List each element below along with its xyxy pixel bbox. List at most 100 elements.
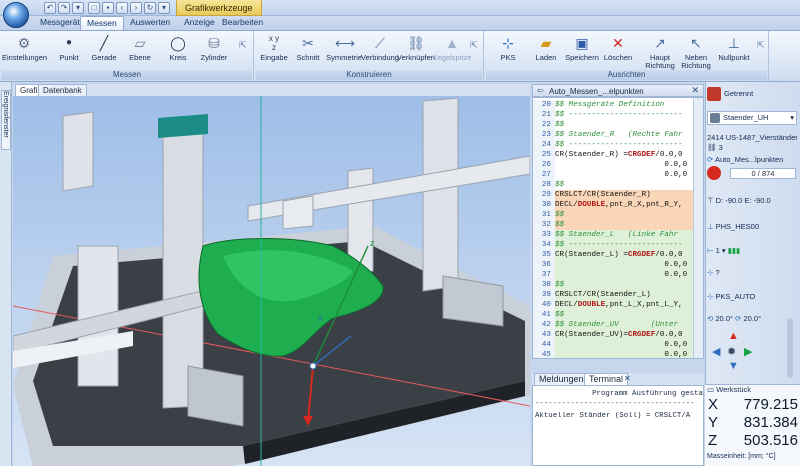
code-line[interactable]: 26 0.0,0 (533, 160, 703, 170)
back-arrow-icon[interactable]: ⇦ (537, 86, 544, 95)
code-line[interactable]: 33 $$ Staender_L (Linke Fahr (533, 230, 703, 240)
open-icon[interactable]: □ (88, 2, 100, 14)
code-line[interactable]: 40 DECL/DOUBLE,pnt_L_X,pnt_L_Y, (533, 300, 703, 310)
code-line[interactable]: 45 0.0,0 (533, 350, 703, 358)
probe-name-row[interactable]: ⊥ PHS_HES00 (707, 222, 797, 231)
pks-row[interactable]: ⊹ PKS_AUTO (707, 292, 797, 301)
close-icon[interactable]: ✕ (624, 374, 631, 383)
line-number: 38 (533, 280, 555, 290)
code-line[interactable]: 28 $$ (533, 180, 703, 190)
editor-scrollbar[interactable] (693, 98, 703, 358)
jog-control[interactable]: ▲ ▼ ◀ ▶ ✹ (712, 330, 756, 374)
tab-messgeraet[interactable]: Messgerät (34, 16, 86, 30)
tab-auswerten[interactable]: Auswerten (124, 16, 176, 30)
staender-dropdown[interactable]: Staender_UH ▾ (707, 111, 797, 125)
code-line[interactable]: 25 CR(Staender_R) =CRGDEF/0.0,0 (533, 150, 703, 160)
line-number: 45 (533, 350, 555, 358)
loeschen-button[interactable]: ✕ Löschen (596, 34, 640, 68)
zylinder-button[interactable]: ⛁ Zylinder (192, 34, 236, 68)
probe-angle-row: ⊤ D: -90.0 E: -90.0 (707, 196, 797, 205)
arrow-down-icon[interactable]: ▼ (728, 360, 739, 372)
arrow-up-icon[interactable]: ▲ (728, 330, 739, 342)
code-line[interactable]: 36 0.0,0 (533, 260, 703, 270)
code-line[interactable]: 34 $$ ------------------------- (533, 240, 703, 250)
code-line[interactable]: 35 CR(Staender_L) =CRGDEF/0.0,0 (533, 250, 703, 260)
code-line[interactable]: 20 $$ Messgeräte Definition (533, 100, 703, 110)
jog-center-icon[interactable]: ✹ (727, 345, 736, 358)
progress-counter: 0 / 874 (730, 168, 796, 179)
line-number: 33 (533, 230, 555, 240)
refresh-icon[interactable]: ↻ (144, 2, 156, 14)
tab-messen[interactable]: Messen (80, 16, 124, 30)
line-number: 41 (533, 310, 555, 320)
code-line[interactable]: 39 CRSLCT/CR(Staender_L) (533, 290, 703, 300)
nav-back-icon[interactable]: ‹ (116, 2, 128, 14)
redo-icon[interactable]: ↷ (58, 2, 70, 14)
code-text: $$ Staender_UV (Unter (555, 321, 679, 329)
button-label: Nullpunkt (718, 53, 750, 62)
tab-anzeige[interactable]: Anzeige (178, 16, 221, 30)
collapse-group-icon[interactable]: ⇱ (239, 40, 247, 51)
tab-datenbank[interactable]: Datenbank (38, 84, 87, 96)
code-text: $$ ------------------------- (555, 241, 683, 249)
context-tab-grafikwerkzeuge[interactable]: Grafikwerkzeuge (176, 0, 262, 16)
code-line[interactable]: 29 CRSLCT/CR(Staender_R) (533, 190, 703, 200)
main-direction-icon: ↗ (654, 35, 666, 51)
collapse-group-icon[interactable]: ⇱ (757, 40, 765, 51)
code-line[interactable]: 41 $$ (533, 310, 703, 320)
code-line[interactable]: 38 $$ (533, 280, 703, 290)
code-line[interactable]: 32 $$ (533, 220, 703, 230)
code-line[interactable]: 43 CR(Staender_UV)=CRGDEF/0.0,0 (533, 330, 703, 340)
collapse-group-icon[interactable]: ⇱ (470, 40, 478, 51)
save-icon[interactable]: ▪ (102, 2, 114, 14)
code-line[interactable]: 37 0.0,0 (533, 270, 703, 280)
line-number: 29 (533, 190, 555, 200)
probe-tip-icon: ⊢ (707, 246, 714, 255)
einstellungen-button[interactable]: ⚙ Einstellungen (2, 34, 47, 68)
mode-row[interactable]: Getrennt (707, 87, 797, 101)
customize-quickaccess-icon[interactable]: ▾ (158, 2, 170, 14)
terminal-output[interactable]: Programm Ausführung gesta --------------… (532, 385, 704, 466)
arrow-left-icon[interactable]: ◀ (712, 345, 720, 358)
code-line[interactable]: 31 $$ (533, 210, 703, 220)
tab-terminal[interactable]: Terminal (584, 373, 629, 385)
tab-label: Terminal (589, 374, 624, 384)
tab-label: Meldungen (539, 374, 584, 384)
line-number: 34 (533, 240, 555, 250)
cmm-3d-scene[interactable]: z x (12, 96, 531, 466)
line-number: 20 (533, 100, 555, 110)
save-disk-icon: ▣ (575, 35, 589, 51)
probe-value-row[interactable]: ⊢ 1 ▾ ▮▮▮ (707, 246, 797, 255)
stop-icon[interactable] (707, 166, 721, 180)
nullpunkt-button[interactable]: ⊥ Nullpunkt (712, 34, 756, 68)
speed-slider[interactable] (787, 318, 793, 378)
code-line[interactable]: 27 0.0,0 (533, 170, 703, 180)
application-menu-button[interactable] (3, 2, 29, 28)
ereignisfenster-tab[interactable]: Ereignisfenster (1, 90, 11, 150)
code-line[interactable]: 23 $$ Staender_R (Rechte Fahr (533, 130, 703, 140)
code-line[interactable]: 24 $$ ------------------------- (533, 140, 703, 150)
code-line[interactable]: 21 $$ ------------------------- (533, 110, 703, 120)
nav-forward-icon[interactable]: › (130, 2, 142, 14)
undo-list-icon[interactable]: ▾ (72, 2, 84, 14)
line-number: 22 (533, 120, 555, 130)
x-value: 779.215 (743, 396, 798, 413)
plane-icon: ▱ (134, 35, 146, 51)
code-line[interactable]: 44 0.0,0 (533, 340, 703, 350)
code-line[interactable]: 22 $$ (533, 120, 703, 130)
tab-bearbeiten[interactable]: Bearbeiten (216, 16, 269, 30)
program-editor[interactable]: 20 $$ Messgeräte Definition 21 $$ ---------… (532, 97, 704, 359)
close-icon[interactable]: ✕ (691, 85, 699, 96)
right-column (422, 97, 459, 292)
kegelspitze-button[interactable]: ▲ Kegelspitze (430, 34, 474, 68)
undo-icon[interactable]: ↶ (44, 2, 56, 14)
auto-program-row[interactable]: ⟳ Auto_Mes...lpunkten (707, 155, 797, 164)
button-label: Kegelspitze (432, 53, 472, 62)
tab-label: Auswerten (130, 17, 171, 27)
code-line[interactable]: 42 $$ Staender_UV (Unter (533, 320, 703, 330)
tab-meldungen[interactable]: Meldungen (534, 373, 589, 385)
graphics-viewport[interactable]: z x (12, 96, 531, 466)
code-line[interactable]: 30 DECL/DOUBLE,pnt_R_X,pnt_R_Y, (533, 200, 703, 210)
intersection-icon: ✂ (302, 35, 314, 51)
arrow-right-icon[interactable]: ▶ (744, 345, 752, 358)
